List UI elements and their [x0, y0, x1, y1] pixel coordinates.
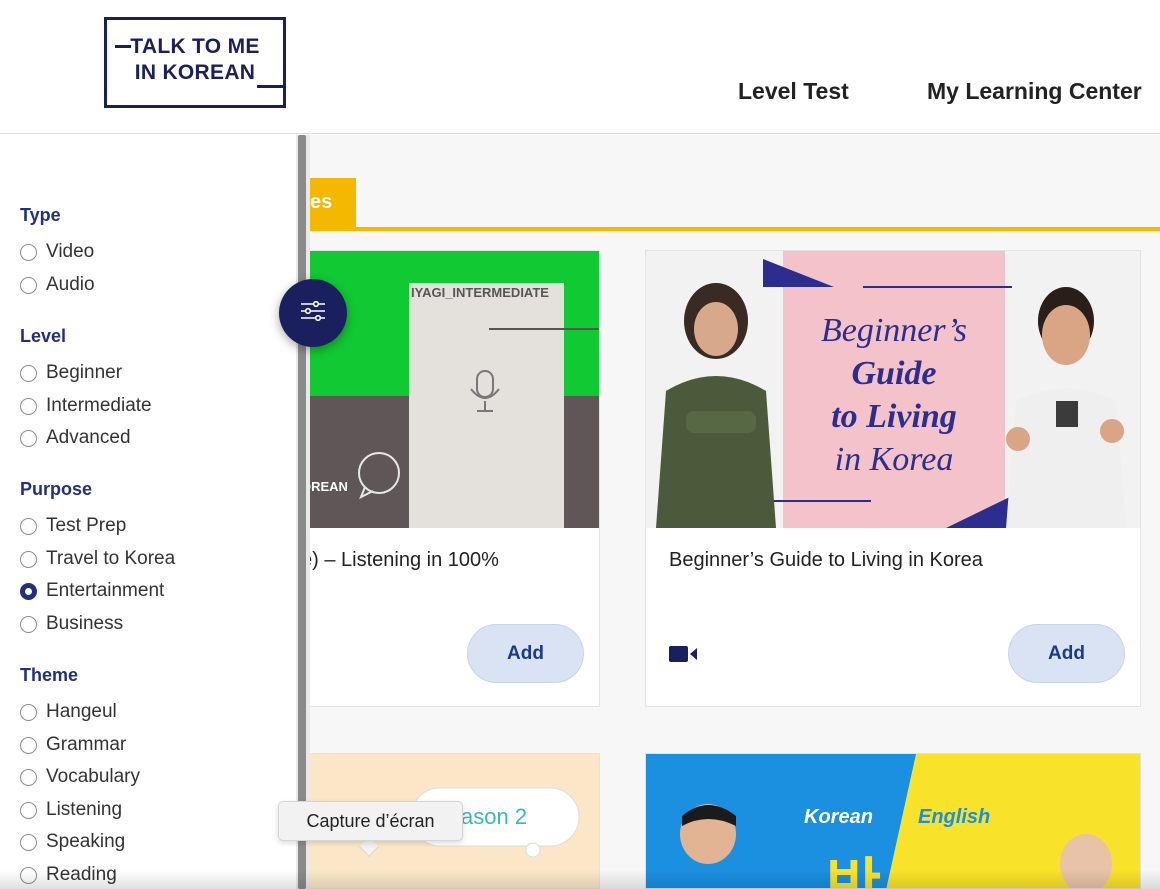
thumb-title-line-1: Beginner’s	[820, 312, 968, 349]
scrollbar-thumb[interactable]	[298, 135, 306, 889]
thumb-korean-label: Korean	[804, 806, 873, 828]
thumb-title-line-3: to Living	[831, 398, 957, 435]
filter-heading-level: Level	[20, 326, 67, 346]
logo-dash-right	[257, 85, 283, 88]
radio-unchecked[interactable]	[20, 517, 37, 535]
add-button[interactable]: Add	[1008, 624, 1125, 683]
radio-checked[interactable]	[20, 582, 37, 600]
radio-unchecked[interactable]	[20, 801, 37, 819]
thumb-title-text: IYAGI_INTERMEDIATE	[411, 285, 549, 300]
radio-unchecked[interactable]	[20, 833, 37, 851]
radio-unchecked[interactable]	[20, 364, 37, 382]
filter-option-entertainment[interactable]: Entertainment	[20, 580, 164, 602]
filter-option-label: Advanced	[46, 427, 131, 448]
card-title: e) – Listening in 100%	[301, 549, 499, 571]
sliders-icon	[299, 299, 327, 328]
talk-to-me-in-korean-logo[interactable]: TALK TO ME IN KOREAN	[104, 17, 286, 108]
filter-option-speaking[interactable]: Speaking	[20, 831, 125, 853]
card-thumbnail: IYAGI_INTERMEDIATE OREAN	[301, 251, 599, 528]
card-thumbnail: Beginner’s Guide to Living in Korea	[646, 251, 1140, 528]
tab-label: es	[310, 191, 333, 213]
filter-option-grammar[interactable]: Grammar	[20, 734, 126, 756]
filter-option-label: Entertainment	[46, 580, 165, 601]
filter-sidebar: Type Video Audio Level Beginner Intermediate A…	[0, 135, 298, 889]
filter-option-label: Grammar	[46, 734, 127, 755]
tab-underline	[300, 227, 1160, 231]
add-button[interactable]: Add	[467, 624, 584, 683]
screenshot-tooltip: Capture d’écran	[278, 801, 463, 841]
thumb-title-block: Beginner’s Guide to Living in Korea	[783, 309, 1005, 481]
radio-unchecked[interactable]	[20, 736, 37, 754]
course-card-korean-english-banban[interactable]: Korean English 반반	[645, 753, 1141, 889]
filter-option-label: Vocabulary	[46, 766, 141, 787]
filter-option-listening[interactable]: Listening	[20, 799, 122, 821]
filter-option-hangeul[interactable]: Hangeul	[20, 701, 117, 723]
filter-option-travel-to-korea[interactable]: Travel to Korea	[20, 548, 175, 570]
filter-option-audio[interactable]: Audio	[20, 274, 95, 296]
course-card-beginners-guide[interactable]: Beginner’s Guide to Living in Korea Begi…	[645, 250, 1141, 707]
filter-option-label: Hangeul	[46, 701, 117, 722]
filter-heading-theme: Theme	[20, 665, 79, 685]
filter-option-intermediate[interactable]: Intermediate	[20, 395, 152, 417]
radio-unchecked[interactable]	[20, 243, 37, 261]
filter-option-label: Listening	[46, 799, 123, 820]
radio-unchecked[interactable]	[20, 550, 37, 568]
filter-heading-purpose: Purpose	[20, 479, 93, 499]
radio-unchecked[interactable]	[20, 703, 37, 721]
filter-option-label: Intermediate	[46, 395, 152, 416]
filter-option-label: Business	[46, 613, 124, 634]
radio-unchecked[interactable]	[20, 276, 37, 294]
filter-option-label: Travel to Korea	[46, 548, 176, 569]
thumb-title-line-2: Guide	[851, 355, 937, 392]
filter-heading-type: Type	[20, 205, 61, 225]
filter-option-video[interactable]: Video	[20, 241, 94, 263]
thumb-season-text: ason 2	[461, 804, 528, 829]
nav-level-test[interactable]: Level Test	[738, 78, 849, 105]
filter-option-label: Audio	[46, 274, 95, 295]
video-camera-icon	[669, 645, 699, 668]
filter-option-business[interactable]: Business	[20, 613, 123, 635]
site-header: TALK TO ME IN KOREAN Level Test My Learn…	[0, 0, 1160, 134]
sidebar-scrollbar[interactable]	[296, 135, 310, 889]
radio-unchecked[interactable]	[20, 397, 37, 415]
thumb-english-label: English	[918, 806, 991, 828]
filter-option-beginner[interactable]: Beginner	[20, 362, 122, 384]
filter-option-label: Beginner	[46, 362, 123, 383]
filter-option-label: Test Prep	[46, 515, 127, 536]
filter-option-label: Video	[46, 241, 95, 262]
filter-option-advanced[interactable]: Advanced	[20, 427, 131, 449]
filter-option-vocabulary[interactable]: Vocabulary	[20, 766, 140, 788]
card-title: Beginner’s Guide to Living in Korea	[669, 549, 983, 571]
filter-option-label: Speaking	[46, 831, 126, 852]
nav-my-learning-center[interactable]: My Learning Center	[927, 78, 1142, 105]
filter-option-test-prep[interactable]: Test Prep	[20, 515, 126, 537]
logo-line-2: IN KOREAN	[134, 61, 256, 84]
thumb-title-line-4: in Korea	[834, 441, 954, 478]
dock-shadow	[0, 870, 1160, 889]
filter-toggle-button[interactable]	[279, 279, 347, 347]
radio-unchecked[interactable]	[20, 615, 37, 633]
radio-unchecked[interactable]	[20, 768, 37, 786]
logo-line-1: TALK TO ME	[130, 35, 260, 58]
radio-unchecked[interactable]	[20, 429, 37, 447]
